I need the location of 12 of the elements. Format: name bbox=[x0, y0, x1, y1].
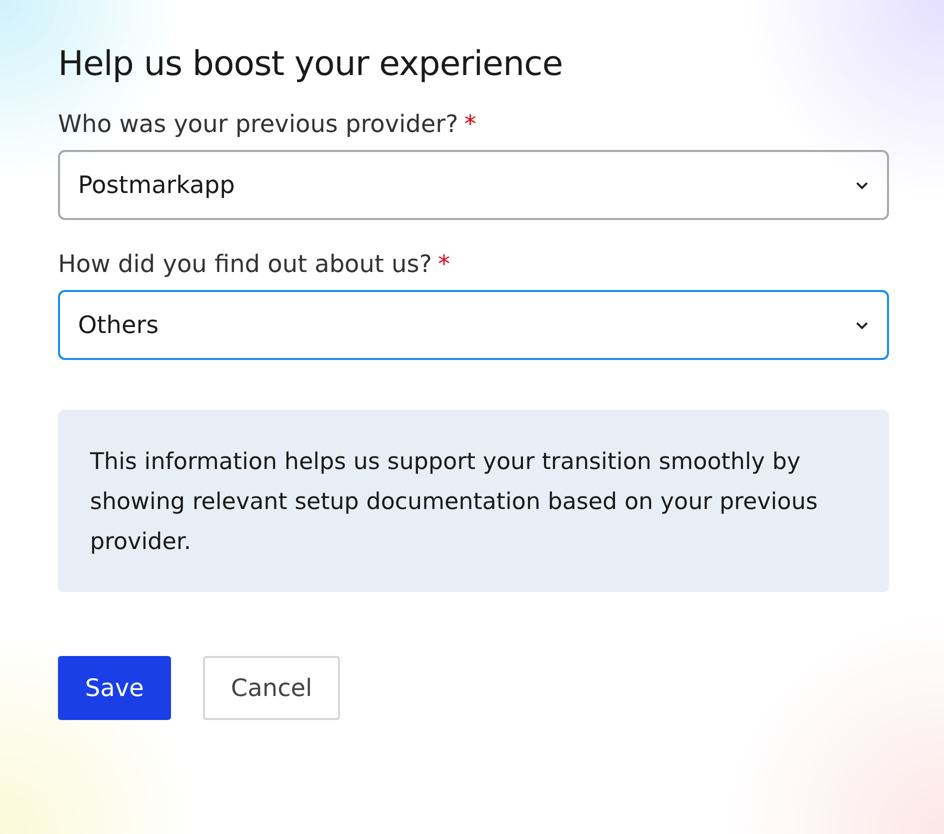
required-mark: * bbox=[464, 110, 476, 138]
dropdown-field[interactable]: Postmarkapp bbox=[58, 150, 889, 220]
cancel-button[interactable]: Cancel bbox=[202, 656, 340, 720]
info-message: This information helps us support your transition smoothly by showing relevant setup documentation based on your previous provider. bbox=[58, 410, 889, 592]
dropdown-field[interactable]: Others bbox=[58, 290, 889, 360]
save-button[interactable]: Save bbox=[58, 656, 171, 720]
required-mark: * bbox=[438, 250, 450, 278]
chevron-down-icon bbox=[855, 180, 869, 190]
field-label: How did you find out about us? bbox=[58, 250, 432, 278]
field-label: Who was your previous provider? bbox=[58, 110, 458, 138]
form-title: Help us boost your experience bbox=[58, 44, 564, 84]
chevron-down-icon bbox=[855, 320, 869, 330]
